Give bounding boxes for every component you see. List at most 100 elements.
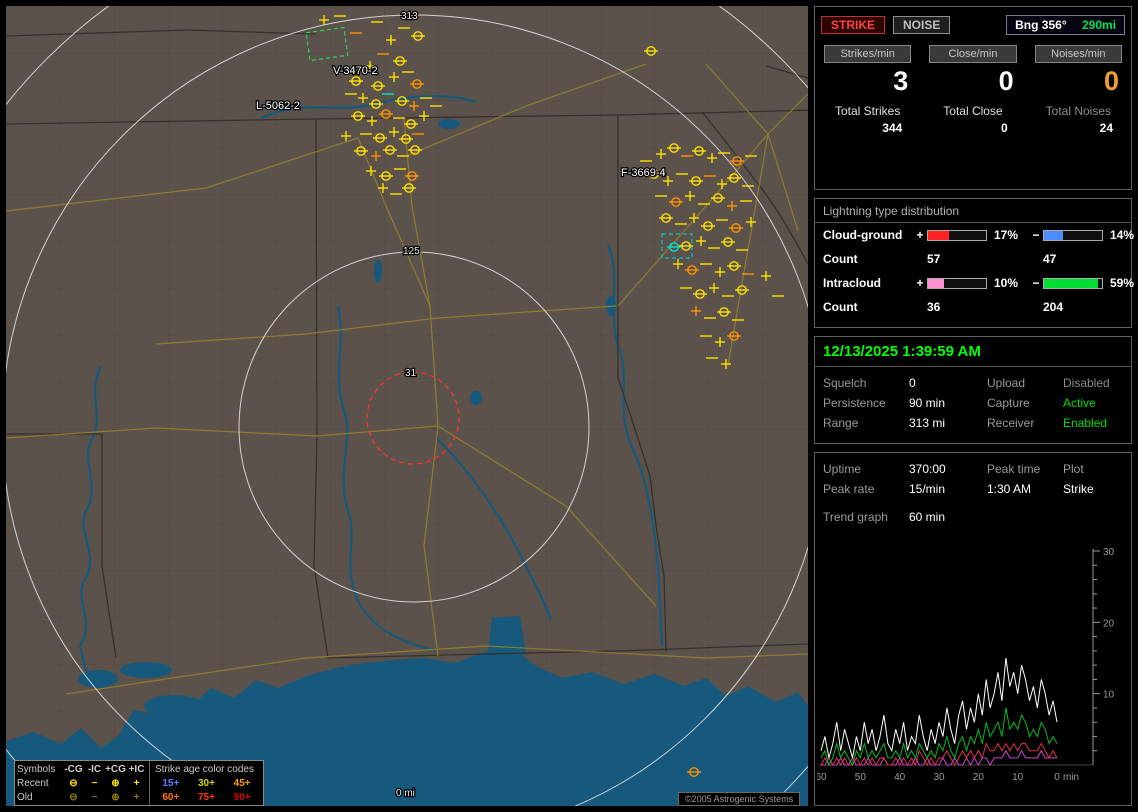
plus-sign: + (916, 228, 924, 242)
bearing-readout: Bng 356° 290mi (1006, 15, 1125, 35)
age-code: 45+ (233, 777, 251, 789)
trend-x-label: 30 (933, 772, 945, 783)
upload-label: Upload (987, 376, 1026, 390)
age-code: 15+ (162, 777, 180, 789)
total-noises-label: Total Noises (1045, 104, 1112, 118)
mode-button-row: STRIKE NOISE Bng 356° 290mi (815, 7, 1131, 45)
svg-text:125: 125 (403, 246, 420, 257)
trend-x-label: 50 (855, 772, 867, 783)
session-rows: Uptime 370:00 Peak time Plot Peak rate 1… (815, 453, 1131, 527)
cg-plus-percent: 17% (994, 228, 1019, 242)
range-value: 313 mi (909, 416, 946, 430)
strike-age-legend: Strike age color codes 15+ 30+ 45+ 60+ 7… (150, 761, 263, 805)
strikes-per-min-chip[interactable]: Strikes/min (824, 45, 912, 63)
ic-minus-bar-fill (1044, 278, 1099, 288)
total-close-value: 0 (1000, 121, 1008, 135)
age-code: 30+ (198, 777, 215, 789)
close-per-min-value: 0 (998, 66, 1014, 96)
intracloud-label: Intracloud (823, 276, 882, 290)
strike-stats-panel: STRIKE NOISE Bng 356° 290mi Strikes/min … (814, 6, 1132, 190)
legend-old-symbols: ⊖ (69, 791, 78, 803)
trend-x-label: 10 (1012, 772, 1024, 783)
trend-x-label: 20 (973, 772, 985, 783)
ic-plus-bar-fill (928, 278, 944, 288)
peak-rate-value: 15/min (909, 482, 946, 496)
session-row: Uptime 370:00 Peak time Plot (815, 459, 1131, 479)
uptime-label: Uptime (823, 462, 862, 476)
bearing-value: Bng 356° (1015, 18, 1067, 32)
uptime-value: 370:00 (909, 462, 946, 476)
legend-header-ncg: -CG (64, 763, 83, 775)
trend-graph-label: Trend graph (823, 510, 888, 524)
strike-mode-button[interactable]: STRIKE (821, 16, 886, 34)
close-per-min-chip[interactable]: Close/min (929, 45, 1017, 63)
legend-old-symbol: − (91, 791, 98, 803)
legend-recent-label: Recent (17, 777, 49, 789)
noises-per-min-value: 0 (1103, 66, 1119, 96)
symbol-legend: Symbols -CG -IC +CG +IC Recent ⊖ − ⊕ + O… (14, 760, 264, 806)
legend-header-pcg: +CG (105, 763, 126, 775)
svg-text:31: 31 (405, 368, 417, 379)
lightning-map[interactable]: 313 125 31 0 mi V-3470-2 L-5062-2 F-3669-4 (6, 6, 808, 806)
svg-text:30: 30 (1103, 547, 1115, 558)
svg-text:V-3470-2: V-3470-2 (333, 65, 378, 77)
status-rows: Squelch 0 Upload Disabled Persistence 90… (815, 367, 1131, 433)
cg-minus-percent: 14% (1110, 228, 1135, 242)
age-code: 75+ (198, 791, 215, 803)
peak-time-label: Peak time (987, 462, 1041, 476)
legend-old-symbol: ⊕ (111, 791, 120, 803)
ic-minus-percent: 59% (1110, 276, 1135, 290)
legend-recent-symbol: ⊕ (111, 777, 120, 789)
intracloud-count-row: Count 36 204 (815, 295, 1131, 319)
lightning-distribution-panel: Lightning type distribution Cloud-ground… (814, 198, 1135, 328)
svg-text:10: 10 (1103, 690, 1115, 701)
trend-x-label: 0 (1054, 772, 1060, 783)
persistence-value: 90 min (909, 396, 946, 410)
trend-graph-window: 60 min (909, 510, 946, 524)
legend-header-symbols: Symbols (17, 763, 56, 775)
trend-x-label: min (1063, 772, 1079, 783)
app-window: { "window": { "copyright": "©2005 Astrog… (0, 0, 1138, 812)
age-codes-title: Strike age color codes (155, 763, 254, 775)
trend-graph: 10 20 30 60 50 40 30 20 10 0 min (817, 547, 1115, 783)
peak-rate-label: Peak rate (823, 482, 875, 496)
total-close-label: Total Close (943, 104, 1003, 118)
cg-minus-bar (1043, 229, 1103, 241)
plot-mode-value: Strike (1063, 482, 1094, 496)
ic-plus-bar (927, 277, 987, 289)
total-strikes-value: 344 (882, 121, 903, 135)
svg-text:0 mi: 0 mi (396, 788, 415, 799)
legend-old-label: Old (17, 791, 33, 803)
bearing-range-value: 290mi (1081, 18, 1116, 32)
lightning-map-area[interactable]: 313 125 31 0 mi V-3470-2 L-5062-2 F-3669-4 Sym… (6, 6, 808, 806)
noises-per-min-chip[interactable]: Noises/min (1034, 45, 1122, 63)
distribution-title: Lightning type distribution (815, 199, 1131, 223)
svg-text:L-5062-2: L-5062-2 (256, 100, 300, 112)
rate-chip-row: Strikes/min Close/min Noises/min (815, 45, 1131, 63)
ic-plus-percent: 10% (994, 276, 1019, 290)
legend-recent-symbol: − (91, 777, 98, 789)
status-row: Squelch 0 Upload Disabled (815, 373, 1131, 393)
status-row: Range 313 mi Receiver Enabled (815, 413, 1131, 433)
squelch-value: 0 (909, 376, 916, 390)
ic-minus-count: 204 (1043, 300, 1064, 314)
age-code: 90+ (233, 791, 251, 803)
legend-recent-symbol: + (133, 777, 140, 789)
svg-text:20: 20 (1103, 618, 1115, 629)
range-label: Range (823, 416, 859, 430)
capture-label: Capture (987, 396, 1030, 410)
receiver-label: Receiver (987, 416, 1035, 430)
persistence-label: Persistence (823, 396, 886, 410)
trend-x-label: 40 (894, 772, 906, 783)
total-noises-value: 24 (1099, 121, 1113, 135)
session-trend-panel: Uptime 370:00 Peak time Plot Peak rate 1… (814, 452, 1132, 806)
plot-label: Plot (1063, 462, 1084, 476)
ic-minus-bar (1043, 277, 1103, 289)
current-datetime: 12/13/2025 1:39:59 AM (815, 337, 1131, 367)
receiver-status: Enabled (1063, 416, 1108, 430)
legend-header-nic: -IC (87, 763, 102, 775)
plus-sign: + (916, 276, 924, 290)
trend-series-cloud-ground (820, 742, 1058, 767)
cloud-ground-count-row: Count 57 47 (815, 247, 1131, 271)
noise-mode-button[interactable]: NOISE (893, 16, 951, 34)
